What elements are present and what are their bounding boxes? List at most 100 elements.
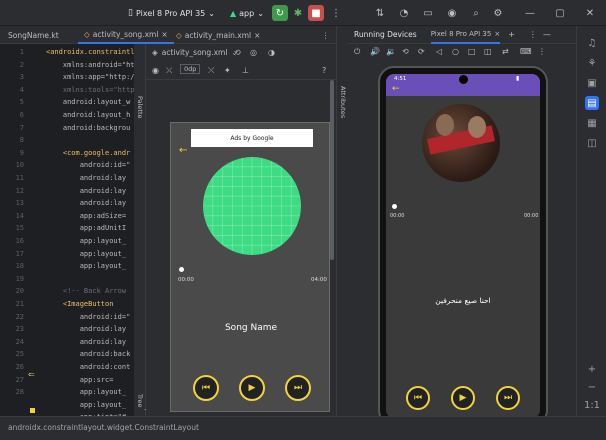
hide-panel-icon[interactable]: — <box>543 30 551 39</box>
back-arrow-icon[interactable]: ← <box>392 84 400 94</box>
settings-button[interactable]: ⚙ <box>490 5 506 21</box>
stop-button[interactable]: ■ <box>308 5 324 21</box>
layout-file-label: activity_song.xml <box>161 48 228 57</box>
tab-songname-kt[interactable]: SongName.kt <box>2 26 65 44</box>
zoom-in-button[interactable]: + <box>585 362 599 376</box>
profiler-button[interactable]: ◔ <box>396 5 412 21</box>
close-tab-icon[interactable]: × <box>254 31 260 40</box>
help-icon[interactable]: ? <box>322 66 326 75</box>
line-number: 25 <box>15 350 24 359</box>
running-devices-header: Running Devices Pixel 8 Pro API 35 × + ⋮… <box>348 26 576 44</box>
line-number: 8 <box>19 136 24 145</box>
gradle-button[interactable]: ⚘ <box>585 56 599 70</box>
align-icon[interactable]: ⊥ <box>242 66 249 75</box>
volume-up-icon[interactable]: 🔊 <box>370 47 380 56</box>
tab-overflow-button[interactable]: ⋮ <box>316 26 336 44</box>
close-window-button[interactable]: ✕ <box>582 5 598 21</box>
line-number-gutter: 1 2 3 4 5 6 7 8 9 10 11 12 13 14 15 16 17 18 19 20 21 22 23 24 2… <box>0 44 42 416</box>
clear-constraints-icon[interactable]: ⤬ <box>208 66 214 76</box>
back-arrow-icon[interactable]: ← <box>179 145 187 156</box>
extended-controls-icon[interactable]: ⋮ <box>538 47 546 56</box>
ad-banner[interactable]: Ads by Google <box>191 129 313 147</box>
device-manager-tool-button[interactable]: ▣ <box>585 76 599 90</box>
zoom-fit-button[interactable]: 1:1 <box>583 398 601 412</box>
attributes-tool-tab[interactable]: Attributes <box>339 86 347 118</box>
line-number: 16 <box>15 237 24 245</box>
layout-preview-canvas[interactable]: Ads by Google ← 00:00 04:00 Song Name ⏮ … <box>170 122 330 412</box>
more-vertical-icon[interactable]: ⋮ <box>529 30 537 39</box>
close-tab-icon[interactable]: × <box>494 30 500 38</box>
tab-activity-song-xml[interactable]: ◇ activity_song.xml × <box>78 26 174 44</box>
volume-down-icon[interactable]: 🔉 <box>386 47 396 56</box>
bell-icon: ♫ <box>587 37 597 49</box>
xml-file-icon: ◇ <box>176 30 182 40</box>
back-icon[interactable]: ◁ <box>436 47 442 56</box>
theme-icon[interactable]: ◑ <box>268 48 275 57</box>
screenshot-icon[interactable]: ◫ <box>484 47 492 56</box>
run-config-selector[interactable]: ▲ app ⌄ <box>230 6 264 20</box>
view-options-icon[interactable]: ◉ <box>152 66 159 75</box>
minimize-button[interactable]: — <box>522 5 538 21</box>
running-devices-tool-button[interactable]: ▤ <box>585 96 599 110</box>
line-number: 10 <box>15 161 24 170</box>
search-button[interactable]: ⌕ <box>468 5 484 21</box>
previous-button[interactable]: ⏮ <box>406 386 430 410</box>
code-line: app:layout_ <box>46 262 127 271</box>
code-line: <androidx.constraintl <box>46 48 134 56</box>
line-number: 22 <box>15 312 24 321</box>
tab-label: SongName.kt <box>8 30 59 40</box>
play-button[interactable]: ▶ <box>451 386 475 410</box>
code-line: <ImageButton <box>46 300 114 308</box>
add-device-icon[interactable]: + <box>508 30 515 39</box>
seekbar-thumb[interactable] <box>392 204 397 209</box>
next-button[interactable]: ⏭ <box>496 386 520 410</box>
code-line: android:lay <box>46 174 127 182</box>
rotate-right-icon[interactable]: ⟳ <box>418 47 425 56</box>
autoconnect-icon[interactable]: ⤫ <box>166 66 172 76</box>
orientation-icon[interactable]: ⟲ <box>234 48 241 57</box>
default-margin-field[interactable]: 0dp <box>180 64 201 74</box>
previous-button[interactable]: ⏮ <box>193 375 219 401</box>
overview-icon[interactable]: □ <box>468 47 476 56</box>
code-line: app:src= <box>46 375 114 384</box>
seekbar-thumb[interactable] <box>179 267 184 272</box>
run-config-label: app <box>239 8 255 18</box>
next-button[interactable]: ⏭ <box>285 375 311 401</box>
line-number: 6 <box>19 111 24 119</box>
device-manager-button[interactable]: ▭ <box>420 5 436 21</box>
maximize-button[interactable]: ▢ <box>552 5 568 21</box>
layout-file-selector[interactable]: ◈ activity_song.xml ⌄ <box>152 48 238 57</box>
account-button[interactable]: ◉ <box>444 5 460 21</box>
emulator-tool-button[interactable]: ◫ <box>585 136 599 150</box>
emulator-icon: ◫ <box>587 137 597 149</box>
close-tab-icon[interactable]: × <box>161 30 167 39</box>
notifications-button[interactable]: ♫ <box>585 36 599 50</box>
breadcrumb-path[interactable]: androidx.constraintlayout.widget.Constra… <box>8 423 199 432</box>
tab-activity-main-xml[interactable]: ◇ activity_main.xml × <box>170 26 266 44</box>
zoom-out-button[interactable]: − <box>585 380 599 394</box>
play-button[interactable]: ▶ <box>239 375 265 401</box>
fit-screen-icon: 1:1 <box>583 399 601 411</box>
infer-constraints-icon[interactable]: ✦ <box>224 66 231 75</box>
more-actions-button[interactable]: ⋮ <box>328 5 344 21</box>
debug-button[interactable]: ✱ <box>290 5 306 21</box>
apply-changes-button[interactable]: ↻ <box>272 5 288 21</box>
code-line: app:layout_ <box>46 237 127 245</box>
sync-button[interactable]: ⇅ <box>372 5 388 21</box>
device-explorer-button[interactable]: ▦ <box>585 116 599 130</box>
code-line: android:lay <box>46 325 127 334</box>
design-scrollbar[interactable] <box>330 80 334 260</box>
power-icon[interactable]: ⏻ <box>354 47 360 57</box>
device-config-icon[interactable]: ◎ <box>250 48 257 57</box>
device-tab-pixel-8-pro[interactable]: Pixel 8 Pro API 35 × <box>430 26 501 44</box>
mirror-icon[interactable]: ⇄ <box>502 47 509 56</box>
code-editor[interactable]: <androidx.constraintl xmlns:android="ht … <box>42 44 134 416</box>
status-bar: 4:51 ▮ <box>386 74 540 86</box>
palette-tool-tab[interactable]: Palette <box>136 96 144 119</box>
rotate-left-icon[interactable]: ⟲ <box>402 47 409 56</box>
device-selector[interactable]: ▯ Pixel 8 Pro API 35 ⌄ <box>128 6 215 20</box>
line-number: 21 <box>15 300 24 308</box>
keyboard-icon[interactable]: ⌨ <box>520 47 532 56</box>
home-icon[interactable]: ○ <box>452 47 459 56</box>
emulator-screen[interactable]: 4:51 ▮ ← 00:00 00:00 احنا صيع منحرفين ⏮ … <box>386 74 540 418</box>
